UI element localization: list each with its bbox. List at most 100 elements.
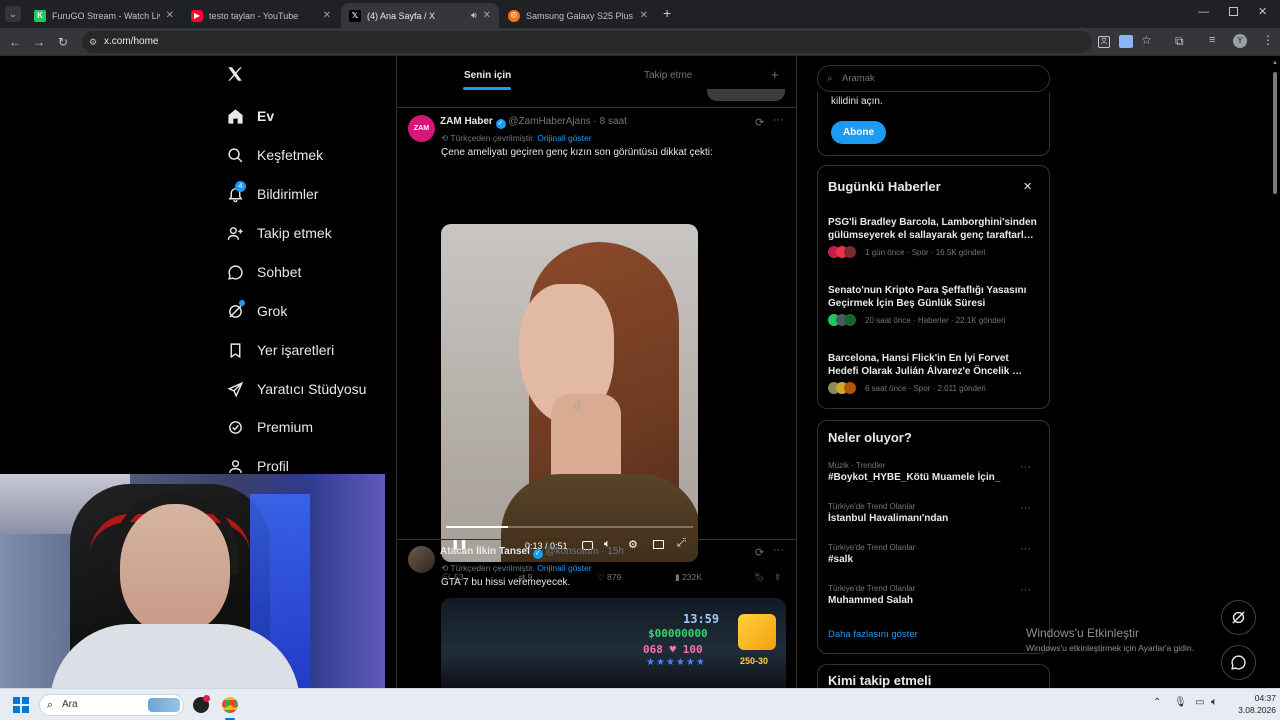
close-window-button[interactable]: ✕ — [1258, 5, 1267, 18]
grok-icon[interactable]: ⟳ — [755, 546, 764, 559]
minimize-button[interactable]: — — [1198, 6, 1209, 18]
close-tab-icon[interactable]: ✕ — [483, 10, 491, 21]
subscribe-button[interactable]: Abone — [831, 121, 886, 144]
scroll-up-arrow[interactable]: ▲ — [1272, 60, 1278, 66]
messages-float-button[interactable] — [1221, 645, 1256, 680]
trend-item[interactable]: Türkiye'de Trend Olanlar Muhammed Salah … — [828, 584, 1043, 606]
page-scrollbar[interactable]: ▲ — [1272, 60, 1278, 686]
tweet[interactable]: Atacan İlkin Tansel ✓ @konsolum · 15h ⟳ … — [397, 540, 796, 688]
close-tab-icon[interactable]: ✕ — [640, 10, 648, 21]
more-options-icon[interactable]: ··· — [1020, 461, 1031, 473]
author-name[interactable]: Atacan İlkin Tansel — [440, 546, 530, 557]
extensions-icon[interactable]: ⧉ — [1175, 34, 1184, 49]
clock-time[interactable]: 04:37 — [1236, 693, 1276, 703]
tab-list-button[interactable]: ⌄ — [5, 6, 21, 22]
more-options-icon[interactable]: ··· — [1020, 543, 1031, 555]
sidebar-item-bookmarks[interactable]: Yer işaretleri — [226, 335, 334, 365]
sidebar-item-creator-studio[interactable]: Yaratıcı Stüdyosu — [226, 374, 366, 404]
sidebar-item-chat[interactable]: Sohbet — [226, 257, 301, 287]
trend-item[interactable]: Türkiye'de Trend Olanlar #salk ··· — [828, 543, 1043, 565]
sidebar-item-label: Yer işaretleri — [257, 342, 335, 358]
x-logo[interactable] — [226, 65, 246, 87]
volume-icon[interactable]: 🔈︎ — [1211, 696, 1218, 709]
activation-watermark-title: Windows'u Etkinleştir — [1026, 626, 1139, 640]
hud-money: $00000000 — [648, 627, 708, 640]
tab-youtube[interactable]: ▶ testo taylan - YouTube ✕ — [183, 3, 339, 28]
close-tab-icon[interactable]: ✕ — [166, 10, 174, 21]
sidebar-item-follow[interactable]: Takip etmek — [226, 218, 332, 248]
search-box[interactable]: ⌕ Aramak — [817, 65, 1050, 92]
taskbar-app-badge — [203, 695, 210, 702]
tweet-video[interactable]: ❚❚ 0:13 / 0:51 🔈︎ ⚙ ⤢ — [441, 224, 698, 562]
profile-avatar[interactable]: Y — [1233, 34, 1247, 48]
more-options-icon[interactable]: ··· — [773, 544, 784, 556]
author-handle[interactable]: @konsolum — [545, 546, 598, 557]
chrome-icon[interactable] — [222, 697, 238, 713]
avatar[interactable]: ZAM — [408, 115, 435, 142]
forward-button[interactable]: → — [31, 34, 47, 50]
show-more-link[interactable]: Daha fazlasını göster — [828, 629, 918, 640]
scrollbar-thumb[interactable] — [1273, 72, 1277, 194]
tab-following[interactable]: Takip etme — [644, 70, 692, 81]
sidebar-item-explore[interactable]: Keşfetmek — [226, 140, 323, 170]
tweet-time[interactable]: · 8 saat — [594, 116, 627, 127]
browser-menu-icon[interactable]: ⋮ — [1262, 33, 1274, 47]
tab-x-home[interactable]: 𝕏 (4) Ana Sayfa / X 🔊︎ ✕ — [341, 3, 499, 28]
tray-chevron-icon[interactable]: ⌃ — [1153, 697, 1161, 708]
star-icon[interactable]: ☆ — [1141, 33, 1152, 47]
add-tab-icon[interactable]: + — [771, 67, 779, 82]
author-name[interactable]: ZAM Haber — [440, 116, 493, 127]
tweet-image[interactable]: 13:59 $00000000 068 ♥ 100 ★★★★★★ 250-30 — [441, 598, 786, 688]
sidebar-item-home[interactable]: Ev — [226, 101, 274, 131]
grok-icon[interactable]: ⟳ — [755, 116, 764, 129]
news-item[interactable]: Senato'nun Kripto Para Şeffaflığı Yasası… — [828, 284, 1040, 326]
tweet[interactable]: ZAM ZAM Haber ✓ @ZamHaberAjans · 8 saat … — [397, 108, 796, 582]
trend-item[interactable]: Müzik · Trendler #Boykot_HYBE_Kötü Muame… — [828, 461, 1043, 483]
trend-item[interactable]: Türkiye'de Trend Olanlar İstanbul Havali… — [828, 502, 1043, 524]
microphone-icon[interactable]: 🎙︎ — [1174, 697, 1187, 708]
taskbar-search[interactable]: ⌕ Ara — [39, 694, 184, 716]
tweet-time[interactable]: · 15h — [601, 546, 624, 557]
premium-card: kilidini açın. Abone — [817, 92, 1050, 156]
more-options-icon[interactable]: ··· — [773, 114, 784, 126]
avatar[interactable] — [408, 546, 435, 573]
display-icon[interactable]: ▭ — [1195, 697, 1204, 708]
tab-samsung[interactable]: © Samsung Galaxy S25 Plus 256 G ✕ — [500, 3, 656, 28]
reload-button[interactable]: ↻ — [55, 34, 71, 50]
composer-post-button[interactable] — [707, 89, 785, 101]
restore-button[interactable] — [1229, 7, 1238, 16]
activation-watermark-sub: Windows'u etkinleştirmek için Ayarlar'a … — [1026, 643, 1194, 653]
trend-meta: Müzik · Trendler — [828, 461, 886, 470]
show-original-link[interactable]: Orijinali göster — [537, 563, 591, 573]
back-button[interactable]: ← — [7, 34, 23, 50]
sidebar-item-notifications[interactable]: 4 Bildirimler — [226, 179, 318, 209]
more-options-icon[interactable]: ··· — [1020, 584, 1031, 596]
sidebar-item-grok[interactable]: Grok — [226, 296, 287, 326]
new-tab-button[interactable]: + — [663, 6, 671, 20]
sidebar-item-premium[interactable]: Premium — [226, 412, 313, 442]
grok-float-button[interactable] — [1221, 600, 1256, 635]
browser-tab-bar: ⌄ K FuruGO Stream - Watch Live or ✕ ▶ te… — [0, 0, 1280, 28]
clock-date[interactable]: 3.08.2026 — [1226, 705, 1276, 715]
start-tile — [13, 706, 20, 713]
show-original-link[interactable]: Orijinali göster — [537, 133, 591, 143]
tab-furugo[interactable]: K FuruGO Stream - Watch Live or ✕ — [26, 3, 182, 28]
media-icon[interactable]: ≡ — [1209, 34, 1215, 46]
trend-title: İstanbul Havalimanı'ndan — [828, 513, 949, 524]
address-bar[interactable]: ⚙ x.com/home — [82, 31, 1092, 53]
close-tab-icon[interactable]: ✕ — [323, 10, 331, 21]
sidebar-item-label: Sohbet — [257, 264, 302, 280]
site-info-icon[interactable]: ⚙ — [89, 31, 97, 53]
cast-icon[interactable] — [1119, 35, 1133, 48]
video-progress-track[interactable] — [446, 526, 693, 528]
close-news-icon[interactable]: ✕ — [1023, 180, 1032, 193]
speaker-icon[interactable]: 🔊︎ — [471, 10, 477, 21]
news-item[interactable]: Barcelona, Hansi Flick'in En İyi Forvet … — [828, 352, 1040, 394]
tab-title: (4) Ana Sayfa / X — [367, 10, 436, 21]
windows-start-icon[interactable] — [13, 697, 29, 713]
author-handle[interactable]: @ZamHaberAjans — [508, 116, 590, 127]
tab-for-you[interactable]: Senin için — [464, 70, 511, 81]
translate-icon[interactable]: 文 — [1098, 36, 1110, 48]
more-options-icon[interactable]: ··· — [1020, 502, 1031, 514]
news-item[interactable]: PSG'li Bradley Barcola, Lamborghini'sind… — [828, 216, 1040, 258]
